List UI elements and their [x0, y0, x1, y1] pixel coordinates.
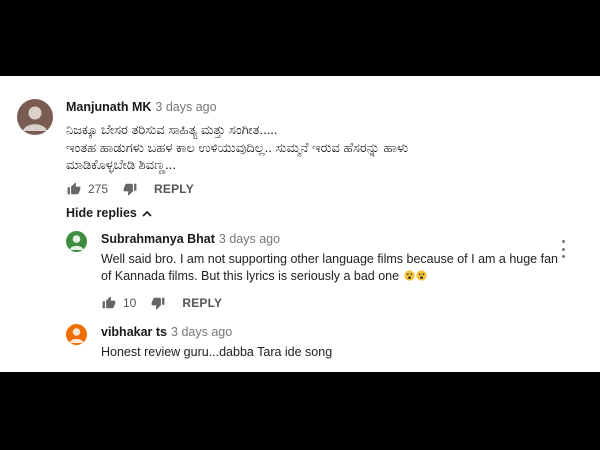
- author-name[interactable]: vibhakar ts: [101, 325, 167, 339]
- hide-replies-button[interactable]: Hide replies: [66, 206, 152, 220]
- reply-text-line-2-text: of Kannada films. But this lyrics is ser…: [101, 269, 400, 283]
- chevron-up-icon: [142, 210, 152, 217]
- reply-actions: 10 REPLY: [101, 294, 222, 312]
- reply-avatar[interactable]: [66, 324, 87, 345]
- reply-button[interactable]: REPLY: [154, 182, 194, 196]
- reply-timestamp[interactable]: 3 days ago: [171, 325, 232, 339]
- author-name[interactable]: Manjunath MK: [66, 100, 151, 114]
- reply-author[interactable]: Subrahmanya Bhat 3 days ago: [101, 232, 280, 246]
- reply-button[interactable]: REPLY: [182, 296, 222, 310]
- reply-avatar[interactable]: [66, 231, 87, 252]
- comments-panel: Manjunath MK 3 days ago ನಿಜಕ್ಕೂ ಬೇಸರ ತರಿಸ…: [0, 76, 600, 372]
- author-name[interactable]: Subrahmanya Bhat: [101, 232, 215, 246]
- user-silhouette-icon: [66, 231, 87, 252]
- emoji-group: [399, 269, 427, 283]
- thumbs-up-icon[interactable]: [101, 295, 117, 311]
- comment-timestamp[interactable]: 3 days ago: [155, 100, 216, 114]
- comment-text-line-1: ನಿಜಕ್ಕೂ ಬೇಸರ ತರಿಸುವ ಸಾಹಿತ್ಯ ಮತ್ತು ಸಂಗೀತ.…: [66, 122, 278, 137]
- anguished-face-icon: [403, 270, 415, 281]
- thumbs-up-icon[interactable]: [66, 181, 82, 197]
- reply-author[interactable]: vibhakar ts 3 days ago: [101, 325, 232, 339]
- comment-text-line-3: ಮಾಡಿಕೊಳ್ಳಬೇಡಿ ಶಿವಣ್ಣ...: [66, 157, 176, 172]
- thumbs-down-icon[interactable]: [122, 181, 138, 197]
- comment-actions: 275 REPLY: [66, 180, 194, 198]
- reply-text-line-1: Honest review guru...dabba Tara ide song: [101, 345, 333, 359]
- reply-timestamp[interactable]: 3 days ago: [219, 232, 280, 246]
- reply-text-line-1: Well said bro. I am not supporting other…: [101, 252, 558, 266]
- comment-author[interactable]: Manjunath MK 3 days ago: [66, 100, 217, 114]
- hide-replies-label: Hide replies: [66, 206, 137, 220]
- avatar[interactable]: [17, 99, 53, 135]
- reply-text-line-2: of Kannada films. But this lyrics is ser…: [101, 268, 427, 285]
- top-black-band: [0, 0, 600, 76]
- user-silhouette-icon: [17, 99, 53, 135]
- anguished-face-icon: [415, 270, 427, 281]
- thumbs-down-icon[interactable]: [150, 295, 166, 311]
- like-count: 10: [123, 296, 137, 310]
- user-silhouette-icon: [66, 324, 87, 345]
- comment-text-line-2: ಇಂತಹ ಹಾಡುಗಳು ಬಹಳ ಕಾಲ ಉಳಿಯುವುದಿಲ್ಲ.. ಸುಮ್…: [66, 140, 409, 155]
- like-count: 275: [88, 182, 109, 196]
- bottom-black-band: [0, 372, 600, 450]
- more-actions-icon[interactable]: [559, 240, 567, 258]
